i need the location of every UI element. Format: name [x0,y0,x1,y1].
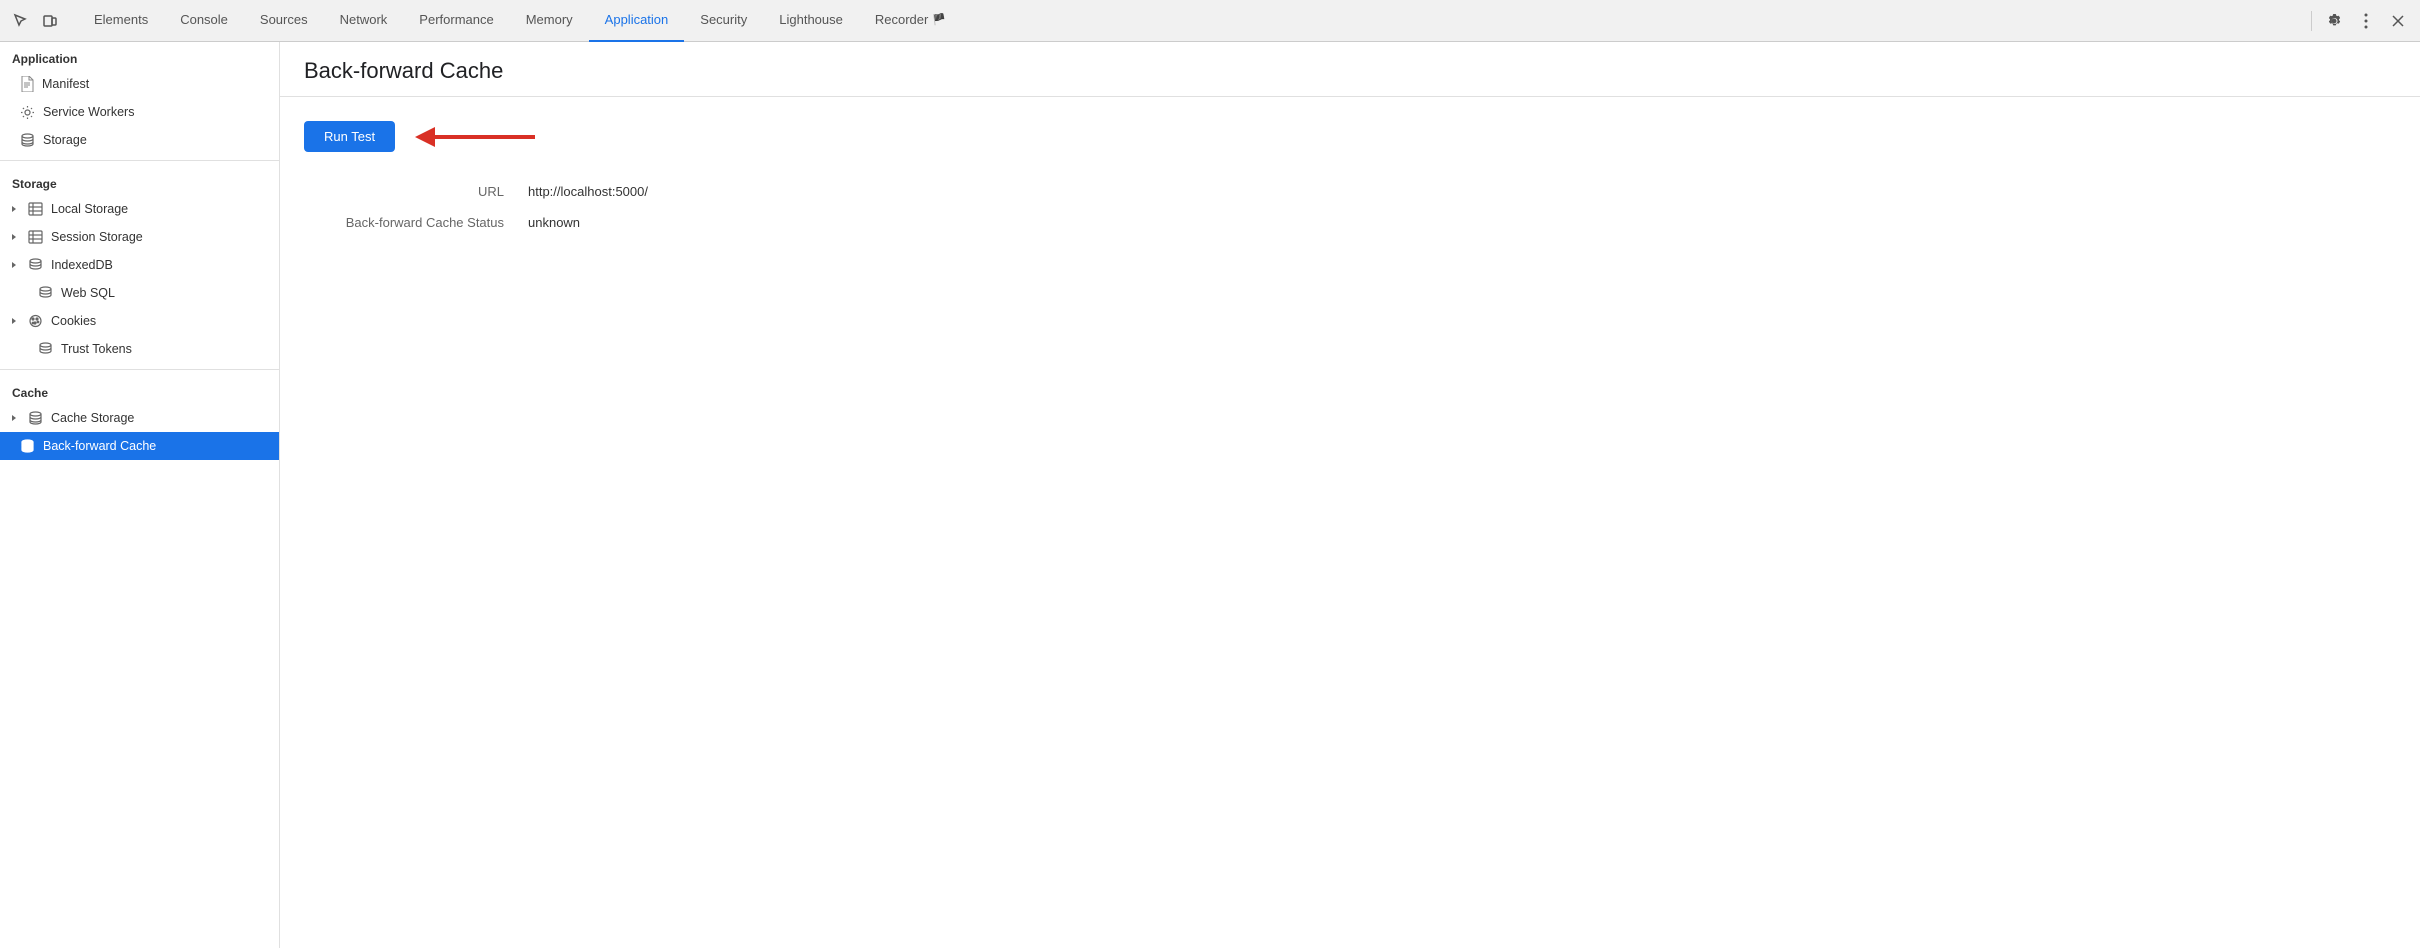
sidebar-item-local-storage[interactable]: Local Storage [0,195,279,223]
settings-icon[interactable] [2320,7,2348,35]
sidebar-item-manifest[interactable]: Manifest [0,70,279,98]
close-icon[interactable] [2384,7,2412,35]
sidebar-item-web-sql[interactable]: Web SQL [0,279,279,307]
url-label: URL [304,184,504,199]
cache-status-value: unknown [528,215,580,230]
sidebar-item-cache-storage[interactable]: Cache Storage [0,404,279,432]
tab-sources[interactable]: Sources [244,0,324,42]
storage-icon [20,133,35,147]
arrow-head [415,127,435,147]
sql-icon [38,286,53,300]
table-icon [28,230,43,244]
tab-network[interactable]: Network [324,0,404,42]
tab-recorder[interactable]: Recorder 🏴 [859,0,962,42]
sidebar-item-indexed-db[interactable]: IndexedDB [0,251,279,279]
content-header: Back-forward Cache [280,42,2420,97]
tab-application[interactable]: Application [589,0,685,42]
sidebar-item-cookies[interactable]: Cookies [0,307,279,335]
gear-icon [20,105,35,120]
tab-bar: Elements Console Sources Network Perform… [78,0,2307,42]
inspect-icon[interactable] [8,9,32,33]
tab-console[interactable]: Console [164,0,244,42]
chevron-right-icon [8,412,20,424]
cookie-icon [28,314,43,328]
chevron-right-icon [8,259,20,271]
db-icon [28,258,43,272]
divider [2311,11,2312,31]
cache-status-row: Back-forward Cache Status unknown [304,215,2396,230]
chevron-right-icon [8,315,20,327]
tab-performance[interactable]: Performance [403,0,509,42]
sidebar-item-storage[interactable]: Storage [0,126,279,154]
table-icon [28,202,43,216]
url-value: http://localhost:5000/ [528,184,648,199]
tab-lighthouse[interactable]: Lighthouse [763,0,859,42]
sidebar: Application Manifest Service Wor [0,42,280,948]
sidebar-item-session-storage[interactable]: Session Storage [0,223,279,251]
chevron-right-icon [8,231,20,243]
run-test-row: Run Test [304,121,2396,152]
more-options-icon[interactable] [2352,7,2380,35]
main-content: Back-forward Cache Run Test URL http://l… [280,42,2420,948]
run-test-arrow [415,127,535,147]
recorder-icon: 🏴 [932,13,946,26]
main-layout: Application Manifest Service Wor [0,42,2420,948]
divider-2 [0,369,279,370]
tab-memory[interactable]: Memory [510,0,589,42]
sidebar-item-service-workers[interactable]: Service Workers [0,98,279,126]
divider-1 [0,160,279,161]
bfcache-icon [20,439,35,453]
url-row: URL http://localhost:5000/ [304,184,2396,199]
tab-security[interactable]: Security [684,0,763,42]
run-test-button[interactable]: Run Test [304,121,395,152]
cache-storage-icon [28,411,43,425]
top-bar-actions [2307,7,2412,35]
sidebar-item-back-forward-cache[interactable]: Back-forward Cache [0,432,279,460]
sidebar-section-storage: Storage [0,167,279,195]
top-bar: Elements Console Sources Network Perform… [0,0,2420,42]
sidebar-section-cache: Cache [0,376,279,404]
file-icon [20,76,34,92]
sidebar-section-application: Application [0,42,279,70]
cache-status-label: Back-forward Cache Status [304,215,504,230]
trust-tokens-icon [38,342,53,356]
sidebar-item-trust-tokens[interactable]: Trust Tokens [0,335,279,363]
tab-elements[interactable]: Elements [78,0,164,42]
page-title: Back-forward Cache [304,58,2396,84]
devtools-icons [8,9,62,33]
device-toggle-icon[interactable] [38,9,62,33]
chevron-right-icon [8,203,20,215]
arrow-line [435,135,535,139]
content-body: Run Test URL http://localhost:5000/ Back… [280,97,2420,270]
